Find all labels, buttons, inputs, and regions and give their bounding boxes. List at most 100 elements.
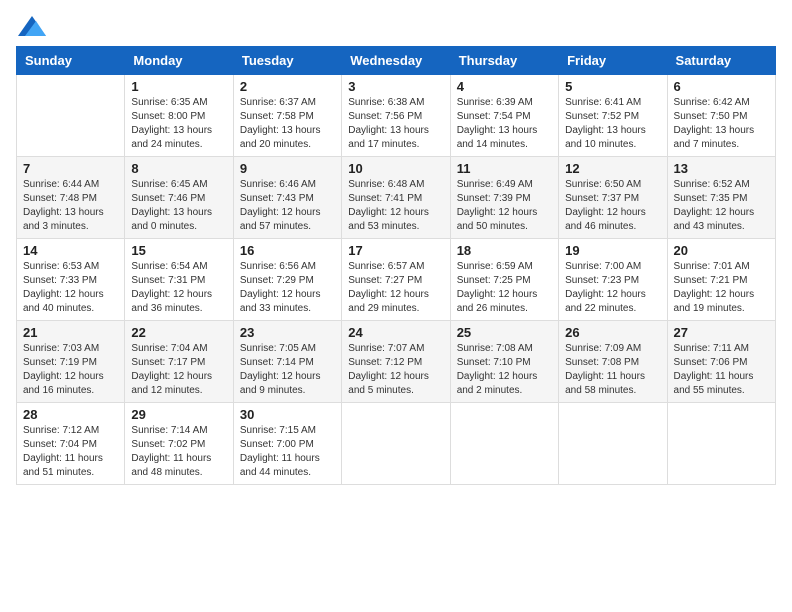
calendar-day-cell: 10 Sunrise: 6:48 AMSunset: 7:41 PMDayligh…	[342, 157, 450, 239]
calendar-day-cell: 8 Sunrise: 6:45 AMSunset: 7:46 PMDaylight…	[125, 157, 233, 239]
calendar-day-cell: 28Sunrise: 7:12 AMSunset: 7:04 PMDayligh…	[17, 403, 125, 485]
day-info: Sunrise: 7:03 AMSunset: 7:19 PMDaylight:…	[23, 342, 118, 398]
calendar-day-cell: 3 Sunrise: 6:38 AMSunset: 7:56 PMDaylight…	[342, 75, 450, 157]
calendar-week-row: 14 Sunrise: 6:53 AMSunset: 7:33 PMDayligh…	[17, 239, 776, 321]
day-info: Sunrise: 7:09 AMSunset: 7:08 PMDaylight:…	[565, 342, 660, 398]
day-info: Sunrise: 7:04 AMSunset: 7:17 PMDaylight:…	[131, 342, 226, 398]
day-info: Sunrise: 6:54 AMSunset: 7:31 PMDaylight:…	[131, 260, 226, 316]
weekday-header-friday: Friday	[559, 47, 667, 75]
day-number: 18	[457, 243, 552, 258]
day-number: 22	[131, 325, 226, 340]
day-info: Sunrise: 6:50 AMSunset: 7:37 PMDaylight:…	[565, 178, 660, 234]
calendar-week-row: 7 Sunrise: 6:44 AMSunset: 7:48 PMDaylight…	[17, 157, 776, 239]
day-number: 6	[674, 79, 769, 94]
day-number: 16	[240, 243, 335, 258]
day-number: 8	[131, 161, 226, 176]
logo	[16, 16, 46, 36]
weekday-header-sunday: Sunday	[17, 47, 125, 75]
day-number: 19	[565, 243, 660, 258]
calendar-header-row: SundayMondayTuesdayWednesdayThursdayFrid…	[17, 47, 776, 75]
calendar-week-row: 1 Sunrise: 6:35 AMSunset: 8:00 PMDaylight…	[17, 75, 776, 157]
day-info: Sunrise: 7:14 AMSunset: 7:02 PMDaylight:…	[131, 424, 226, 480]
day-info: Sunrise: 6:35 AMSunset: 8:00 PMDaylight:…	[131, 96, 226, 152]
calendar-day-cell: 27Sunrise: 7:11 AMSunset: 7:06 PMDayligh…	[667, 321, 775, 403]
logo-icon	[18, 16, 46, 36]
weekday-header-thursday: Thursday	[450, 47, 558, 75]
day-number: 3	[348, 79, 443, 94]
day-info: Sunrise: 6:45 AMSunset: 7:46 PMDaylight:…	[131, 178, 226, 234]
calendar-day-cell: 12 Sunrise: 6:50 AMSunset: 7:37 PMDayligh…	[559, 157, 667, 239]
calendar-day-cell: 25 Sunrise: 7:08 AMSunset: 7:10 PMDayligh…	[450, 321, 558, 403]
day-info: Sunrise: 7:08 AMSunset: 7:10 PMDaylight:…	[457, 342, 552, 398]
calendar-week-row: 21 Sunrise: 7:03 AMSunset: 7:19 PMDayligh…	[17, 321, 776, 403]
calendar-day-cell: 14 Sunrise: 6:53 AMSunset: 7:33 PMDayligh…	[17, 239, 125, 321]
calendar-day-cell: 19 Sunrise: 7:00 AMSunset: 7:23 PMDayligh…	[559, 239, 667, 321]
calendar-day-cell: 30 Sunrise: 7:15 AMSunset: 7:00 PMDayligh…	[233, 403, 341, 485]
day-info: Sunrise: 6:38 AMSunset: 7:56 PMDaylight:…	[348, 96, 443, 152]
day-info: Sunrise: 6:41 AMSunset: 7:52 PMDaylight:…	[565, 96, 660, 152]
calendar-day-cell: 11Sunrise: 6:49 AMSunset: 7:39 PMDayligh…	[450, 157, 558, 239]
day-number: 5	[565, 79, 660, 94]
day-number: 12	[565, 161, 660, 176]
calendar-day-cell: 13Sunrise: 6:52 AMSunset: 7:35 PMDayligh…	[667, 157, 775, 239]
calendar-empty-cell	[450, 403, 558, 485]
day-info: Sunrise: 6:44 AMSunset: 7:48 PMDaylight:…	[23, 178, 118, 234]
day-info: Sunrise: 7:07 AMSunset: 7:12 PMDaylight:…	[348, 342, 443, 398]
calendar-day-cell: 2 Sunrise: 6:37 AMSunset: 7:58 PMDaylight…	[233, 75, 341, 157]
calendar-day-cell: 26Sunrise: 7:09 AMSunset: 7:08 PMDayligh…	[559, 321, 667, 403]
day-info: Sunrise: 6:39 AMSunset: 7:54 PMDaylight:…	[457, 96, 552, 152]
day-number: 2	[240, 79, 335, 94]
calendar-day-cell: 7 Sunrise: 6:44 AMSunset: 7:48 PMDaylight…	[17, 157, 125, 239]
calendar-day-cell: 17Sunrise: 6:57 AMSunset: 7:27 PMDayligh…	[342, 239, 450, 321]
day-info: Sunrise: 6:53 AMSunset: 7:33 PMDaylight:…	[23, 260, 118, 316]
calendar-day-cell: 22 Sunrise: 7:04 AMSunset: 7:17 PMDayligh…	[125, 321, 233, 403]
day-number: 1	[131, 79, 226, 94]
calendar-day-cell: 1 Sunrise: 6:35 AMSunset: 8:00 PMDaylight…	[125, 75, 233, 157]
calendar-day-cell: 18 Sunrise: 6:59 AMSunset: 7:25 PMDayligh…	[450, 239, 558, 321]
day-info: Sunrise: 7:15 AMSunset: 7:00 PMDaylight:…	[240, 424, 335, 480]
day-number: 30	[240, 407, 335, 422]
day-info: Sunrise: 6:56 AMSunset: 7:29 PMDaylight:…	[240, 260, 335, 316]
day-number: 10	[348, 161, 443, 176]
day-number: 4	[457, 79, 552, 94]
calendar-day-cell: 5 Sunrise: 6:41 AMSunset: 7:52 PMDaylight…	[559, 75, 667, 157]
calendar-day-cell: 9 Sunrise: 6:46 AMSunset: 7:43 PMDaylight…	[233, 157, 341, 239]
day-number: 21	[23, 325, 118, 340]
calendar-day-cell: 6 Sunrise: 6:42 AMSunset: 7:50 PMDaylight…	[667, 75, 775, 157]
calendar-week-row: 28Sunrise: 7:12 AMSunset: 7:04 PMDayligh…	[17, 403, 776, 485]
day-number: 14	[23, 243, 118, 258]
calendar-day-cell: 16 Sunrise: 6:56 AMSunset: 7:29 PMDayligh…	[233, 239, 341, 321]
day-number: 13	[674, 161, 769, 176]
day-info: Sunrise: 6:48 AMSunset: 7:41 PMDaylight:…	[348, 178, 443, 234]
day-info: Sunrise: 6:49 AMSunset: 7:39 PMDaylight:…	[457, 178, 552, 234]
day-number: 9	[240, 161, 335, 176]
calendar-day-cell: 29 Sunrise: 7:14 AMSunset: 7:02 PMDayligh…	[125, 403, 233, 485]
day-info: Sunrise: 7:12 AMSunset: 7:04 PMDaylight:…	[23, 424, 118, 480]
page-header	[16, 16, 776, 36]
day-number: 27	[674, 325, 769, 340]
day-number: 24	[348, 325, 443, 340]
day-number: 29	[131, 407, 226, 422]
weekday-header-tuesday: Tuesday	[233, 47, 341, 75]
calendar-empty-cell	[667, 403, 775, 485]
day-info: Sunrise: 7:00 AMSunset: 7:23 PMDaylight:…	[565, 260, 660, 316]
calendar-day-cell: 24 Sunrise: 7:07 AMSunset: 7:12 PMDayligh…	[342, 321, 450, 403]
calendar-day-cell: 15Sunrise: 6:54 AMSunset: 7:31 PMDayligh…	[125, 239, 233, 321]
day-number: 20	[674, 243, 769, 258]
calendar-day-cell: 20 Sunrise: 7:01 AMSunset: 7:21 PMDayligh…	[667, 239, 775, 321]
calendar-empty-cell	[17, 75, 125, 157]
day-info: Sunrise: 7:01 AMSunset: 7:21 PMDaylight:…	[674, 260, 769, 316]
calendar-empty-cell	[559, 403, 667, 485]
day-info: Sunrise: 6:46 AMSunset: 7:43 PMDaylight:…	[240, 178, 335, 234]
weekday-header-wednesday: Wednesday	[342, 47, 450, 75]
day-info: Sunrise: 6:42 AMSunset: 7:50 PMDaylight:…	[674, 96, 769, 152]
day-number: 25	[457, 325, 552, 340]
day-info: Sunrise: 6:59 AMSunset: 7:25 PMDaylight:…	[457, 260, 552, 316]
calendar-day-cell: 21 Sunrise: 7:03 AMSunset: 7:19 PMDayligh…	[17, 321, 125, 403]
calendar-empty-cell	[342, 403, 450, 485]
day-number: 7	[23, 161, 118, 176]
weekday-header-monday: Monday	[125, 47, 233, 75]
day-info: Sunrise: 6:37 AMSunset: 7:58 PMDaylight:…	[240, 96, 335, 152]
weekday-header-saturday: Saturday	[667, 47, 775, 75]
day-info: Sunrise: 7:05 AMSunset: 7:14 PMDaylight:…	[240, 342, 335, 398]
